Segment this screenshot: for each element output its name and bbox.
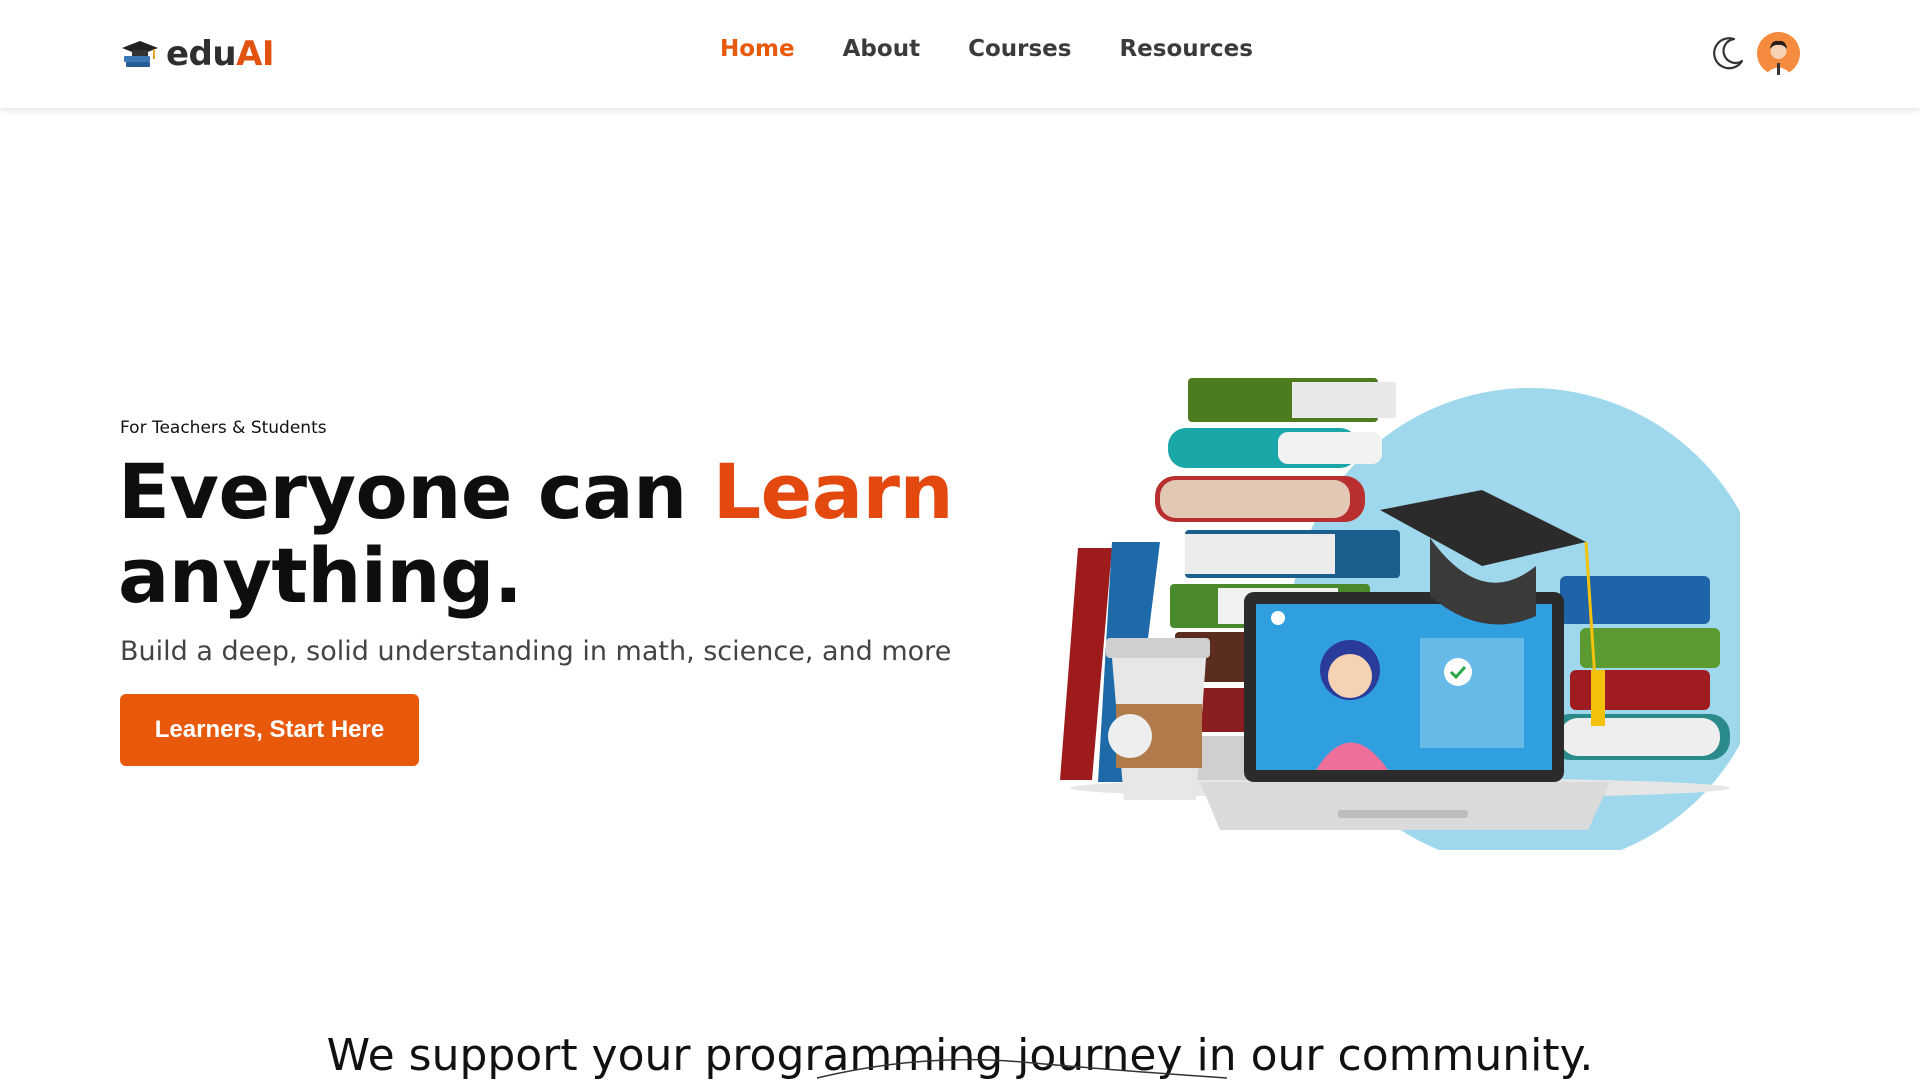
- moon-icon[interactable]: [1708, 33, 1748, 73]
- hero-illustration: [1020, 370, 1770, 868]
- learners-start-button[interactable]: Learners, Start Here: [120, 694, 419, 766]
- top-navbar: eduAI Home About Courses Resources: [0, 0, 1920, 108]
- user-avatar[interactable]: [1757, 32, 1800, 75]
- nav-about[interactable]: About: [843, 36, 920, 62]
- brand-suffix: AI: [236, 34, 275, 74]
- tagline-wrapper: We support your programming journey in o…: [327, 1030, 1594, 1080]
- main-nav: Home About Courses Resources: [720, 36, 1253, 62]
- nav-courses[interactable]: Courses: [968, 36, 1071, 62]
- hero-headline: Everyone can Learn anything.: [118, 450, 1018, 618]
- headline-highlight: Learn: [712, 447, 954, 536]
- graduation-cap-icon: [120, 34, 160, 74]
- headline-part1: Everyone can: [118, 447, 713, 536]
- nav-home[interactable]: Home: [720, 36, 795, 62]
- laptop: [1200, 592, 1610, 830]
- underline-squiggle-icon: [816, 1058, 1227, 1079]
- headline-part2: anything.: [118, 531, 523, 620]
- hero-subtitle: Build a deep, solid understanding in mat…: [120, 636, 952, 667]
- section-tagline: We support your programming journey in o…: [0, 1030, 1920, 1080]
- brand-prefix: edu: [166, 34, 237, 74]
- brand-name: eduAI: [166, 34, 275, 74]
- hero-eyebrow: For Teachers & Students: [120, 418, 327, 438]
- nav-resources[interactable]: Resources: [1119, 36, 1252, 62]
- brand-logo[interactable]: eduAI: [120, 30, 275, 78]
